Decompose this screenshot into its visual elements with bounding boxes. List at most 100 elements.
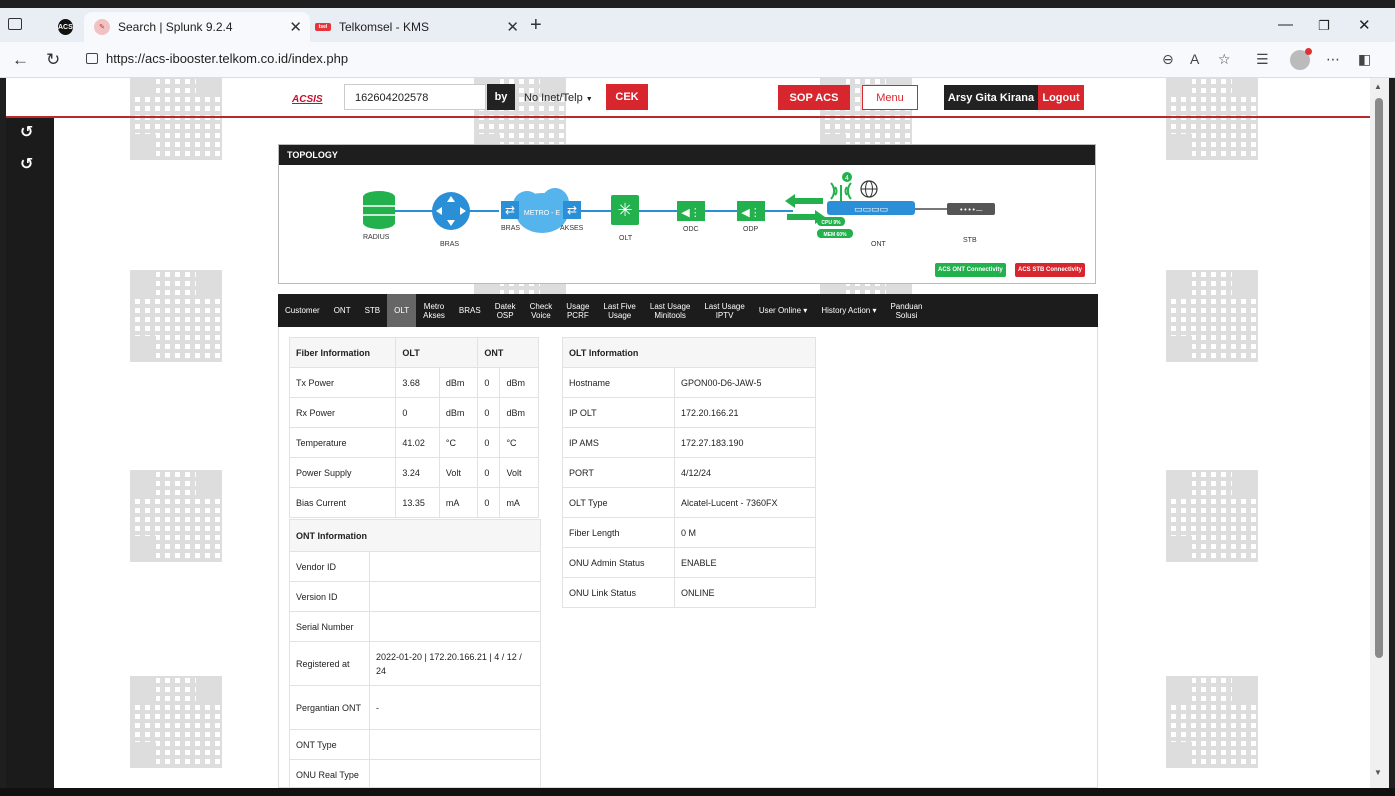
search-input[interactable]: 162604202578 xyxy=(344,84,486,110)
minimize-icon[interactable]: — xyxy=(1278,16,1293,33)
table-row: Hostname GPON00-D6-JAW-5 xyxy=(562,367,816,398)
back-icon[interactable]: ← xyxy=(12,50,29,70)
acs-ont-connectivity-badge[interactable]: ACS ONT Connectivity xyxy=(935,263,1006,277)
tab-acs[interactable]: ACS xyxy=(48,12,80,42)
chevron-down-icon: ▼ xyxy=(585,96,593,103)
favorites-list-icon[interactable]: ☰ xyxy=(1256,51,1269,68)
tab-last-usage-minitools[interactable]: Last Usage Minitools xyxy=(643,294,697,327)
tab-bras[interactable]: BRAS xyxy=(452,294,488,327)
tab-telkomsel[interactable]: tsel Telkomsel - KMS ✕ xyxy=(305,12,527,42)
profile-avatar[interactable] xyxy=(1290,48,1312,70)
page-scrollbar[interactable]: ▲ ▼ xyxy=(1370,78,1389,788)
row-value: GPON00-D6-JAW-5 xyxy=(674,367,816,398)
tab-user-online[interactable]: User Online ▾ xyxy=(752,294,814,327)
row-value: 4/12/24 xyxy=(674,457,816,488)
more-icon[interactable]: ⋯ xyxy=(1326,51,1340,68)
tab-customer[interactable]: Customer xyxy=(278,294,327,327)
favorite-star-icon[interactable]: ☆ xyxy=(1218,51,1231,68)
table-row: Fiber Length 0 M xyxy=(562,517,816,548)
refresh-icon[interactable]: ↻ xyxy=(46,50,60,70)
watermark-qr xyxy=(1166,470,1258,562)
row-label: Fiber Length xyxy=(562,517,675,548)
row-label: ONU Admin Status xyxy=(562,547,675,578)
row-value xyxy=(369,611,541,642)
undo-icon[interactable]: ↺ xyxy=(20,122,33,142)
table-row: Power Supply 3.24 Volt 0 Volt xyxy=(288,457,539,488)
watermark-qr xyxy=(1166,270,1258,362)
row-value xyxy=(369,551,541,582)
scrollbar-thumb[interactable] xyxy=(1375,98,1383,658)
watermark-qr xyxy=(1166,676,1258,768)
ont-value: 0 xyxy=(477,427,501,458)
search-type-select[interactable]: No Inet/Telp ▼ xyxy=(524,92,593,104)
table-row: Registered at 2022-01-20 | 172.20.166.21 … xyxy=(289,641,541,686)
sidebar-toggle-icon[interactable]: ◧ xyxy=(1358,51,1371,68)
zoom-icon[interactable]: ⊖ xyxy=(1162,51,1174,68)
ont-unit: mA xyxy=(499,487,539,518)
row-label: Registered at xyxy=(289,641,370,686)
olt-unit: Volt xyxy=(438,457,479,488)
acs-favicon-icon: ACS xyxy=(58,19,73,35)
acsis-logo[interactable]: ACSIS xyxy=(292,94,323,105)
sop-acs-button[interactable]: SOP ACS xyxy=(778,85,850,110)
tab-last-usage-iptv[interactable]: Last Usage IPTV xyxy=(697,294,751,327)
undo-icon[interactable]: ↺ xyxy=(20,154,33,174)
read-aloud-icon[interactable]: A xyxy=(1190,51,1199,67)
tab-usage-pcrf[interactable]: Usage PCRF xyxy=(559,294,596,327)
url-field[interactable]: https://acs-ibooster.telkom.co.id/index.… xyxy=(86,51,348,66)
cek-button[interactable]: CEK xyxy=(606,84,648,110)
restore-icon[interactable]: ❐ xyxy=(1318,18,1330,34)
table-row: Temperature 41.02 °C 0 °C xyxy=(288,427,539,458)
window-close-icon[interactable]: ✕ xyxy=(1358,16,1371,34)
logout-button[interactable]: Logout xyxy=(1038,85,1084,110)
tab-title: Search | Splunk 9.2.4 xyxy=(118,20,233,34)
row-label: Temperature xyxy=(288,427,397,458)
svg-text:CPU 9%: CPU 9% xyxy=(821,220,841,226)
ont-unit: °C xyxy=(499,427,539,458)
svg-text:••••—: ••••— xyxy=(959,206,983,214)
svg-text:⇄: ⇄ xyxy=(567,203,577,217)
close-icon[interactable]: ✕ xyxy=(289,18,302,36)
tab-datek-osp[interactable]: Datek OSP xyxy=(488,294,523,327)
search-type-value: No Inet/Telp xyxy=(524,92,583,104)
tab-splunk[interactable]: ✎ Search | Splunk 9.2.4 ✕ xyxy=(84,12,310,42)
menu-button[interactable]: Menu xyxy=(862,85,918,110)
tab-title: Telkomsel - KMS xyxy=(339,20,430,34)
node-label-odc: ODC xyxy=(683,226,699,233)
tab-ont[interactable]: ONT xyxy=(327,294,358,327)
table-header: OLT Information xyxy=(562,337,816,368)
tab-olt[interactable]: OLT xyxy=(387,294,417,327)
row-label: Bias Current xyxy=(288,487,397,518)
page-viewport: ACSIS 162604202578 by No Inet/Telp ▼ CEK… xyxy=(6,78,1370,788)
tab-metro-akses[interactable]: Metro Akses xyxy=(416,294,452,327)
watermark-qr xyxy=(130,78,222,160)
user-name: Arsy Gita Kirana xyxy=(944,85,1038,110)
tab-panduan-solusi[interactable]: Panduan Solusi xyxy=(883,294,929,327)
tab-check-voice[interactable]: Check Voice xyxy=(523,294,560,327)
close-icon[interactable]: ✕ xyxy=(506,18,519,36)
scroll-down-icon[interactable]: ▼ xyxy=(1374,768,1382,777)
svg-text:✳: ✳ xyxy=(617,200,632,221)
table-row: ONU Real Type xyxy=(289,759,541,788)
tab-stb[interactable]: STB xyxy=(358,294,388,327)
node-label-ont: ONT xyxy=(871,241,886,248)
tab-last-five-usage[interactable]: Last Five Usage xyxy=(596,294,642,327)
table-header: ONT Information xyxy=(289,519,541,552)
address-bar: ← ↻ https://acs-ibooster.telkom.co.id/in… xyxy=(0,42,1395,78)
row-value: 172.27.183.190 xyxy=(674,427,816,458)
row-label: Version ID xyxy=(289,581,370,612)
tab-overview-icon[interactable] xyxy=(8,18,22,30)
row-label: PORT xyxy=(562,457,675,488)
radius-database-icon xyxy=(363,191,395,229)
node-label-stb: STB xyxy=(963,237,977,244)
new-tab-icon[interactable]: + xyxy=(530,14,542,37)
row-value: - xyxy=(369,685,541,730)
acs-stb-connectivity-badge[interactable]: ACS STB Connectivity xyxy=(1015,263,1086,277)
row-label: Tx Power xyxy=(288,367,397,398)
watermark-qr xyxy=(1166,78,1258,160)
olt-value: 13.35 xyxy=(395,487,440,518)
tab-history-action[interactable]: History Action ▾ xyxy=(814,294,883,327)
scroll-up-icon[interactable]: ▲ xyxy=(1374,82,1382,91)
node-label-akses: AKSES xyxy=(560,225,584,232)
row-value: Alcatel-Lucent - 7360FX xyxy=(674,487,816,518)
